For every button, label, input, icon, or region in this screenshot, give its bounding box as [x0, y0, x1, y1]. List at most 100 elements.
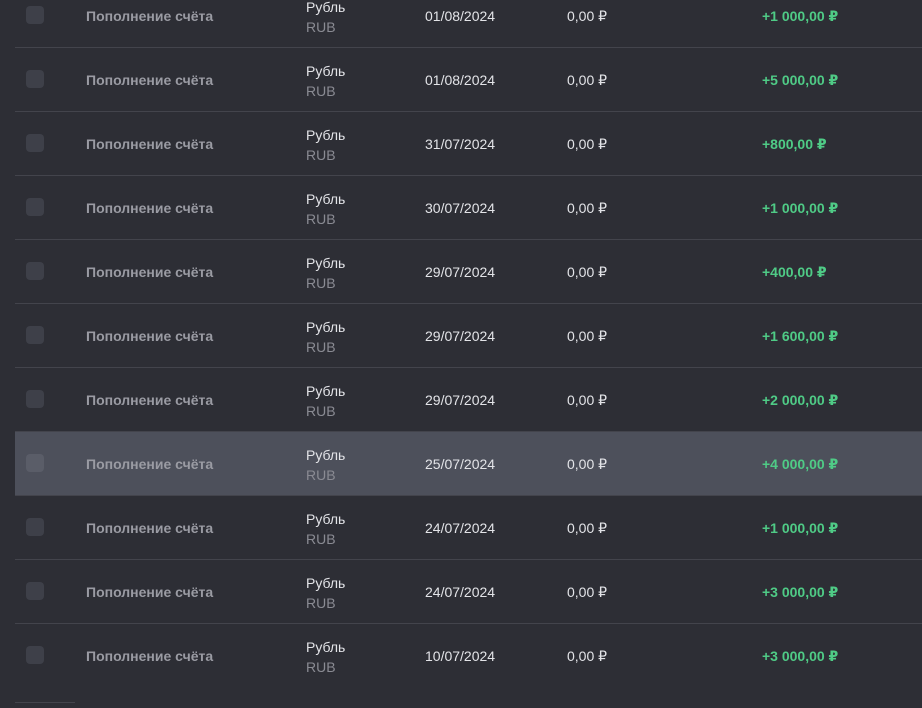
currency-name: Рубль — [306, 63, 346, 79]
transaction-date: 29/07/2024 — [425, 392, 496, 408]
transaction-fee: 0,00 ₽ — [567, 264, 608, 280]
transaction-amount: +2 000,00 ₽ — [762, 392, 839, 408]
transaction-amount: +1 600,00 ₽ — [762, 328, 839, 344]
currency-cell: Рубль RUB — [306, 381, 345, 421]
currency-name: Рубль — [306, 511, 346, 527]
transaction-date: 30/07/2024 — [425, 200, 496, 216]
transaction-date: 01/08/2024 — [425, 8, 496, 24]
transaction-amount: +3 000,00 ₽ — [762, 648, 839, 664]
table-row[interactable]: Пополнение счёта Рубль RUB 24/07/2024 0,… — [15, 496, 922, 560]
transaction-date: 01/08/2024 — [425, 72, 496, 88]
currency-name: Рубль — [306, 255, 346, 271]
transaction-type: Пополнение счёта — [86, 456, 214, 472]
currency-code: RUB — [306, 147, 336, 163]
transaction-amount: +3 000,00 ₽ — [762, 584, 839, 600]
row-checkbox[interactable] — [26, 6, 44, 24]
table-row[interactable]: Пополнение счёта Рубль RUB 31/07/2024 0,… — [15, 112, 922, 176]
transaction-date: 10/07/2024 — [425, 648, 496, 664]
transaction-fee: 0,00 ₽ — [567, 392, 608, 408]
currency-code: RUB — [306, 531, 336, 547]
currency-cell: Рубль RUB — [306, 125, 345, 165]
row-checkbox[interactable] — [26, 390, 44, 408]
transaction-type: Пополнение счёта — [86, 648, 214, 664]
transaction-type: Пополнение счёта — [86, 584, 214, 600]
row-checkbox[interactable] — [26, 582, 44, 600]
row-checkbox[interactable] — [26, 134, 44, 152]
transaction-fee: 0,00 ₽ — [567, 136, 608, 152]
transaction-amount: +1 000,00 ₽ — [762, 8, 839, 24]
row-checkbox[interactable] — [26, 198, 44, 216]
row-checkbox[interactable] — [26, 262, 44, 280]
transaction-date: 24/07/2024 — [425, 584, 496, 600]
table-row[interactable]: Пополнение счёта Рубль RUB 24/07/2024 0,… — [15, 560, 922, 624]
currency-name: Рубль — [306, 383, 346, 399]
transaction-date: 25/07/2024 — [425, 456, 496, 472]
row-checkbox[interactable] — [26, 646, 44, 664]
currency-name: Рубль — [306, 191, 346, 207]
table-row[interactable]: Пополнение счёта Рубль RUB 01/08/2024 0,… — [15, 0, 922, 48]
transaction-type: Пополнение счёта — [86, 392, 214, 408]
currency-name: Рубль — [306, 319, 346, 335]
row-checkbox[interactable] — [26, 70, 44, 88]
currency-name: Рубль — [306, 447, 346, 463]
currency-code: RUB — [306, 467, 336, 483]
transaction-amount: +1 000,00 ₽ — [762, 200, 839, 216]
transaction-type: Пополнение счёта — [86, 8, 214, 24]
table-row[interactable]: Пополнение счёта Рубль RUB 30/07/2024 0,… — [15, 176, 922, 240]
transaction-type: Пополнение счёта — [86, 328, 214, 344]
currency-code: RUB — [306, 403, 336, 419]
currency-code: RUB — [306, 275, 336, 291]
currency-cell: Рубль RUB — [306, 509, 345, 549]
table-row[interactable]: Пополнение счёта Рубль RUB 29/07/2024 0,… — [15, 304, 922, 368]
currency-code: RUB — [306, 339, 336, 355]
transaction-date: 29/07/2024 — [425, 328, 496, 344]
transaction-fee: 0,00 ₽ — [567, 456, 608, 472]
currency-cell: Рубль RUB — [306, 445, 345, 485]
transaction-type: Пополнение счёта — [86, 136, 214, 152]
currency-cell: Рубль RUB — [306, 0, 345, 37]
transaction-date: 29/07/2024 — [425, 264, 496, 280]
currency-name: Рубль — [306, 0, 346, 15]
table-row[interactable]: Пополнение счёта Рубль RUB 10/07/2024 0,… — [15, 624, 922, 688]
currency-cell: Рубль RUB — [306, 317, 345, 357]
transaction-fee: 0,00 ₽ — [567, 328, 608, 344]
currency-cell: Рубль RUB — [306, 637, 345, 677]
transaction-fee: 0,00 ₽ — [567, 520, 608, 536]
currency-cell: Рубль RUB — [306, 573, 345, 613]
row-checkbox[interactable] — [26, 454, 44, 472]
transactions-table: Пополнение счёта Рубль RUB 01/08/2024 0,… — [0, 0, 922, 688]
currency-code: RUB — [306, 211, 336, 227]
currency-code: RUB — [306, 595, 336, 611]
transaction-type: Пополнение счёта — [86, 520, 214, 536]
transaction-fee: 0,00 ₽ — [567, 8, 608, 24]
currency-code: RUB — [306, 19, 336, 35]
transaction-type: Пополнение счёта — [86, 200, 214, 216]
currency-code: RUB — [306, 83, 336, 99]
currency-name: Рубль — [306, 127, 346, 143]
transaction-amount: +4 000,00 ₽ — [762, 456, 839, 472]
table-row[interactable]: Пополнение счёта Рубль RUB 29/07/2024 0,… — [15, 368, 922, 432]
transaction-amount: +400,00 ₽ — [762, 264, 827, 280]
row-checkbox[interactable] — [26, 326, 44, 344]
currency-name: Рубль — [306, 639, 346, 655]
currency-cell: Рубль RUB — [306, 189, 345, 229]
table-row[interactable]: Пополнение счёта Рубль RUB 29/07/2024 0,… — [15, 240, 922, 304]
row-checkbox[interactable] — [26, 518, 44, 536]
table-row[interactable]: Пополнение счёта Рубль RUB 01/08/2024 0,… — [15, 48, 922, 112]
transaction-amount: +5 000,00 ₽ — [762, 72, 839, 88]
transaction-type: Пополнение счёта — [86, 264, 214, 280]
table-row-hovered[interactable]: Пополнение счёта Рубль RUB 25/07/2024 0,… — [15, 432, 922, 496]
transaction-fee: 0,00 ₽ — [567, 72, 608, 88]
transaction-amount: +800,00 ₽ — [762, 136, 827, 152]
currency-cell: Рубль RUB — [306, 253, 345, 293]
transaction-fee: 0,00 ₽ — [567, 584, 608, 600]
transaction-date: 24/07/2024 — [425, 520, 496, 536]
transaction-amount: +1 000,00 ₽ — [762, 520, 839, 536]
transaction-fee: 0,00 ₽ — [567, 648, 608, 664]
transaction-date: 31/07/2024 — [425, 136, 496, 152]
transaction-fee: 0,00 ₽ — [567, 200, 608, 216]
divider — [15, 702, 75, 703]
transaction-type: Пополнение счёта — [86, 72, 214, 88]
currency-cell: Рубль RUB — [306, 61, 345, 101]
currency-code: RUB — [306, 659, 336, 675]
